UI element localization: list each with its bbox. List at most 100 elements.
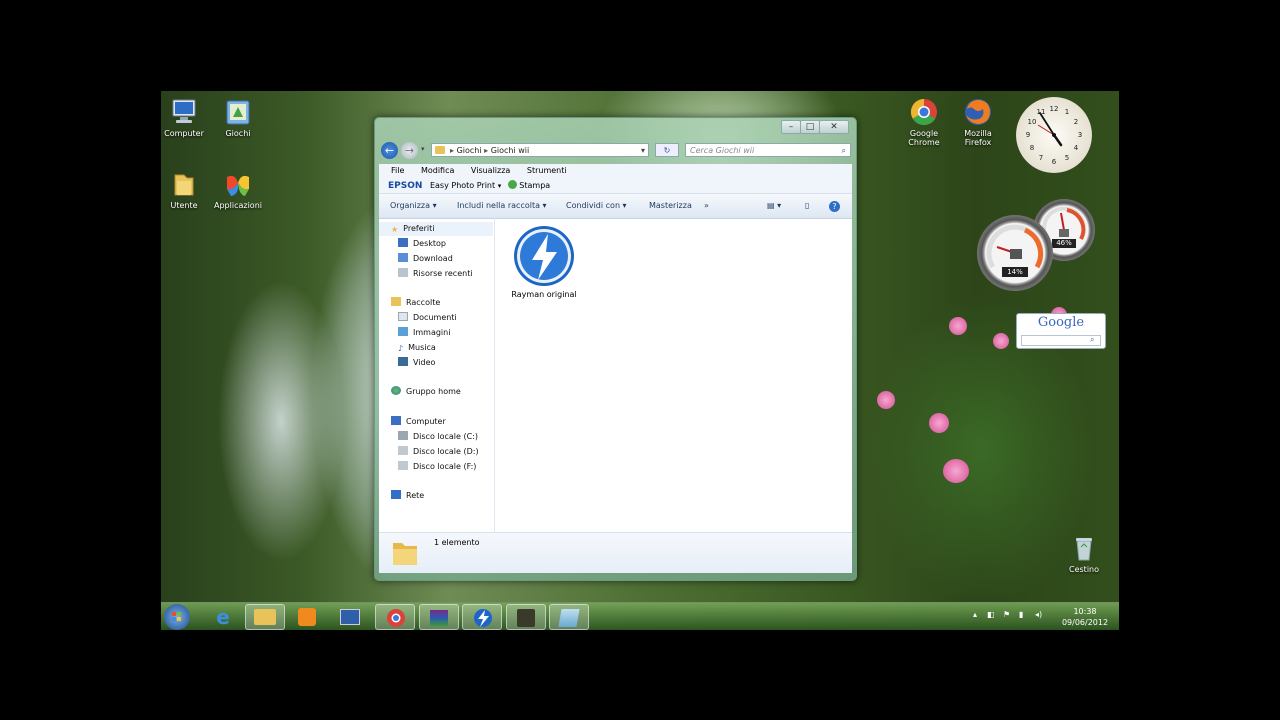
magnifier-icon[interactable]: ⌕: [1090, 335, 1100, 345]
nav-disk-f[interactable]: Disco locale (F:): [398, 460, 476, 474]
explorer-folder-icon: [254, 609, 276, 625]
menu-file[interactable]: File: [391, 166, 404, 175]
desktop: Computer Giochi Utente Applicazioni Goog…: [161, 91, 1119, 630]
search-icon[interactable]: ⌕: [842, 144, 846, 158]
games-folder-icon: [223, 97, 253, 127]
breadcrumb-item[interactable]: Giochi: [457, 146, 482, 155]
nav-disk-c[interactable]: Disco locale (C:): [398, 430, 478, 444]
taskbar-chrome[interactable]: [375, 604, 415, 630]
explorer-window[interactable]: – □ ✕ ← → ▾ ▸ Giochi ▸ Giochi wii ▾ ↻ Ce…: [374, 117, 857, 581]
file-item[interactable]: Rayman original: [505, 224, 583, 299]
flower-decoration: [949, 317, 967, 335]
taskbar-remote-desktop[interactable]: [330, 604, 370, 630]
epson-toolbar: EPSON Easy Photo Print ▾ Stampa: [379, 178, 852, 194]
search-input[interactable]: Cerca Giochi wii ⌕: [685, 143, 851, 157]
nav-download[interactable]: Download: [398, 252, 453, 266]
clock-gadget[interactable]: 12 1 2 3 4567 8 9 10 11: [1016, 97, 1092, 173]
nav-documents[interactable]: Documenti: [398, 311, 457, 325]
taskbar-internet-explorer[interactable]: e: [203, 604, 243, 630]
include-in-library-button[interactable]: Includi nella raccolta ▾: [457, 194, 547, 218]
taskbar-winrar[interactable]: [419, 604, 459, 630]
recent-pages-chevron-icon[interactable]: ▾: [421, 145, 425, 153]
more-commands-button[interactable]: »: [704, 194, 709, 218]
desktop-icon-label: Cestino: [1069, 565, 1099, 574]
menu-strumenti[interactable]: Strumenti: [527, 166, 567, 175]
flower-decoration: [993, 333, 1009, 349]
share-with-button[interactable]: Condividi con ▾: [566, 194, 627, 218]
show-hidden-icons[interactable]: ▴: [973, 610, 977, 619]
flower-decoration: [943, 459, 969, 483]
share-label: Condividi con: [566, 201, 621, 210]
svg-text:3: 3: [1078, 131, 1082, 139]
help-icon[interactable]: ?: [829, 201, 840, 212]
taskbar-daemon-tools[interactable]: [462, 604, 502, 630]
action-center-flag-icon[interactable]: ⚑: [1003, 610, 1010, 619]
system-clock[interactable]: 10:38 09/06/2012: [1057, 606, 1113, 628]
nav-desktop[interactable]: Desktop: [398, 237, 446, 251]
forward-arrow-icon[interactable]: →: [401, 142, 418, 159]
easy-photo-print-button[interactable]: Easy Photo Print: [430, 181, 495, 190]
desktop-icon-label: Applicazioni: [214, 201, 262, 210]
minimize-button[interactable]: –: [781, 120, 801, 134]
clock-date: 09/06/2012: [1061, 618, 1109, 627]
volume-icon[interactable]: ◂): [1035, 610, 1042, 619]
menu-visualizza[interactable]: Visualizza: [471, 166, 510, 175]
command-bar: Organizza ▾ Includi nella raccolta ▾ Con…: [379, 194, 852, 219]
chrome-icon: [387, 609, 405, 627]
nav-images[interactable]: Immagini: [398, 326, 450, 340]
nav-homegroup[interactable]: Gruppo home: [391, 385, 461, 399]
nav-label: Video: [413, 358, 436, 367]
taskbar-app[interactable]: [549, 604, 589, 630]
chevron-down-icon[interactable]: ▾: [498, 182, 502, 190]
nav-label: Musica: [408, 343, 436, 352]
nav-label: Desktop: [413, 239, 446, 248]
desktop-icon-recycle-bin[interactable]: Cestino: [1053, 533, 1115, 574]
nav-label: Preferiti: [403, 224, 435, 233]
nav-label: Raccolte: [406, 298, 441, 307]
nav-label: Gruppo home: [406, 387, 461, 396]
nav-video[interactable]: Video: [398, 356, 435, 370]
nav-network[interactable]: Rete: [391, 489, 424, 503]
close-button[interactable]: ✕: [819, 120, 849, 134]
taskbar-media-player[interactable]: [287, 604, 327, 630]
change-view-icon[interactable]: ▤ ▾: [767, 194, 781, 218]
google-search-gadget[interactable]: Google ⌕: [1016, 313, 1106, 349]
nav-music[interactable]: ♪ Musica: [398, 341, 436, 355]
drive-icon: [398, 461, 408, 470]
refresh-icon[interactable]: ↻: [655, 143, 679, 157]
desktop-icon-chrome[interactable]: Google Chrome: [893, 97, 955, 147]
burn-button[interactable]: Masterizza: [649, 194, 692, 218]
desktop-icon-label: Computer: [164, 129, 204, 138]
taskbar-app[interactable]: [506, 604, 546, 630]
print-button[interactable]: Stampa: [519, 181, 550, 190]
taskbar-explorer[interactable]: [245, 604, 285, 630]
back-arrow-icon[interactable]: ←: [381, 142, 398, 159]
desktop-icon-firefox[interactable]: Mozilla Firefox: [947, 97, 1009, 147]
desktop-icon-applicazioni[interactable]: Applicazioni: [207, 169, 269, 210]
address-dropdown-icon[interactable]: ▾: [641, 144, 645, 158]
menu-modifica[interactable]: Modifica: [421, 166, 454, 175]
breadcrumb-item[interactable]: Giochi wii: [491, 146, 530, 155]
clock-time: 10:38: [1073, 607, 1097, 616]
nav-favorites[interactable]: ★ Preferiti: [379, 222, 493, 236]
desktop-icon-label: Utente: [170, 201, 198, 210]
desktop-icon-label: Google Chrome: [908, 129, 940, 147]
desktop-icon-giochi[interactable]: Giochi: [207, 97, 269, 138]
network-signal-icon[interactable]: ▮: [1019, 610, 1023, 619]
breadcrumb[interactable]: ▸ Giochi ▸ Giochi wii ▾: [431, 143, 649, 157]
start-button[interactable]: [164, 604, 190, 630]
tray-app-icon[interactable]: ◧: [987, 610, 995, 619]
nav-recent[interactable]: Risorse recenti: [398, 267, 473, 281]
music-icon: ♪: [398, 344, 404, 353]
details-pane: 1 elemento: [379, 532, 852, 573]
nav-libraries[interactable]: Raccolte: [391, 296, 440, 310]
recycle-bin-icon: [1069, 533, 1099, 563]
nav-computer[interactable]: Computer: [391, 415, 446, 429]
cpu-meter-gadget[interactable]: 14%: [977, 215, 1053, 291]
maximize-button[interactable]: □: [800, 120, 820, 134]
nav-disk-d[interactable]: Disco locale (D:): [398, 445, 479, 459]
organize-button[interactable]: Organizza ▾: [390, 194, 437, 218]
google-search-input[interactable]: [1021, 335, 1101, 346]
preview-pane-icon[interactable]: ▯: [805, 194, 809, 218]
svg-text:9: 9: [1026, 131, 1030, 139]
